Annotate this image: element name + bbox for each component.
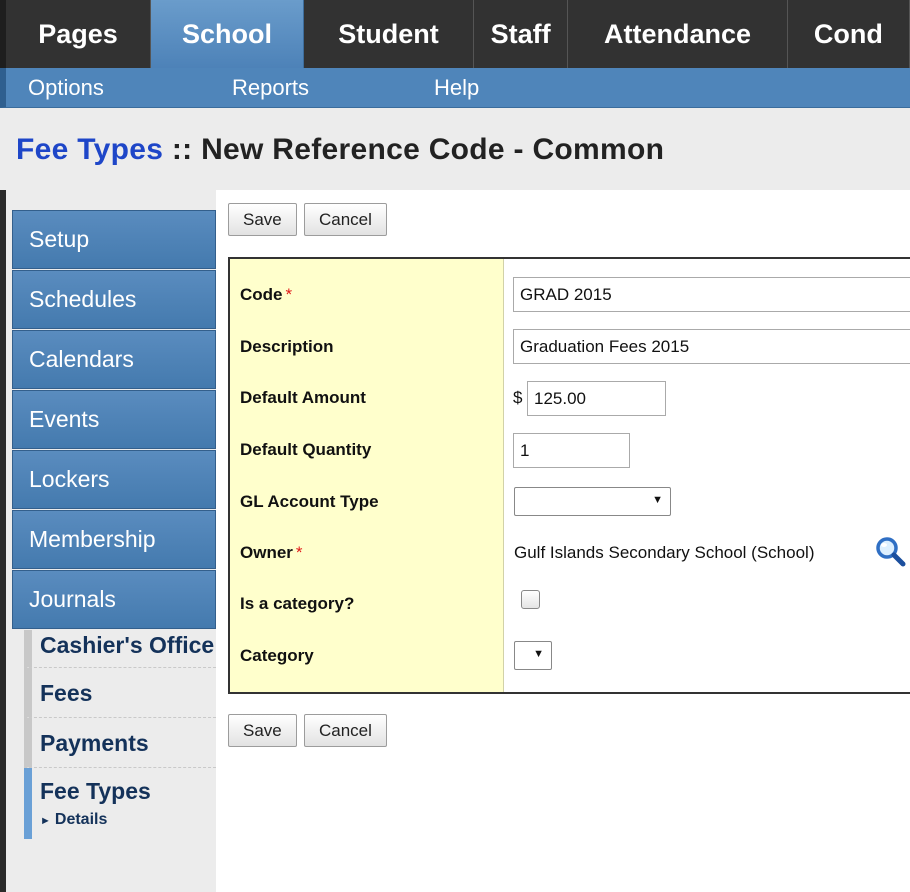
triangle-right-icon: ► — [40, 815, 51, 827]
owner-label-text: Owner — [240, 543, 293, 562]
sub-nav-label: Fees — [40, 680, 93, 706]
code-input[interactable] — [513, 277, 910, 312]
sub-nav-payments[interactable]: Payments — [24, 718, 216, 768]
description-input[interactable] — [513, 329, 910, 364]
dropdown-arrow-icon: ▼ — [533, 648, 544, 660]
reference-code-form: Code* Description Default Amount $ Defau… — [228, 257, 910, 694]
page-title: Fee Types :: New Reference Code - Common — [16, 133, 664, 167]
tab-staff[interactable]: Staff — [474, 0, 569, 68]
save-button-bottom[interactable]: Save — [228, 714, 297, 747]
sub-nav-fees[interactable]: Fees — [24, 668, 216, 718]
left-edge — [0, 190, 6, 892]
menu-bar: Options Reports Help — [0, 68, 910, 108]
side-nav: Setup Schedules Calendars Events Lockers Memb… — [12, 210, 216, 630]
tab-school[interactable]: School — [151, 0, 305, 68]
sub-nav: Cashier's Office Fees Payments Fee Types… — [24, 630, 216, 839]
label-column — [230, 259, 504, 692]
gl-account-type-label: GL Account Type — [240, 492, 379, 511]
magnifier-icon[interactable] — [875, 536, 907, 568]
tab-pages[interactable]: Pages — [6, 0, 152, 68]
gl-account-type-select[interactable]: ▼ — [514, 487, 671, 516]
required-marker: * — [285, 285, 293, 304]
tab-student[interactable]: Student — [304, 0, 474, 68]
dropdown-arrow-icon: ▼ — [652, 494, 663, 506]
category-label: Category — [240, 646, 314, 665]
save-button-top[interactable]: Save — [228, 203, 297, 236]
top-tab-bar: Pages School Student Staff Attendance Cond — [0, 0, 910, 68]
breadcrumb-separator: :: — [163, 133, 202, 166]
sub-nav-label: Payments — [40, 730, 149, 756]
cancel-button-bottom[interactable]: Cancel — [304, 714, 387, 747]
sub-nav-label: Fee Types — [40, 778, 151, 804]
sub-nav-details-label: Details — [54, 811, 108, 828]
code-label: Code * — [240, 285, 292, 305]
sub-nav-label: Cashier's Office — [40, 632, 215, 658]
is-category-checkbox[interactable] — [521, 590, 540, 609]
sidebar-item-membership[interactable]: Membership — [12, 510, 216, 569]
code-label-text: Code — [240, 285, 283, 304]
sub-nav-cashiers-office[interactable]: Cashier's Office — [24, 630, 216, 668]
menu-options[interactable]: Options — [28, 68, 104, 108]
currency-symbol: $ — [513, 388, 523, 407]
sidebar-item-lockers[interactable]: Lockers — [12, 450, 216, 509]
category-select[interactable]: ▼ — [514, 641, 552, 670]
tab-cond[interactable]: Cond — [788, 0, 910, 68]
default-quantity-input[interactable] — [513, 433, 630, 468]
sidebar-item-schedules[interactable]: Schedules — [12, 270, 216, 329]
page-title-text: New Reference Code - Common — [201, 133, 665, 166]
default-amount-input[interactable] — [527, 381, 666, 416]
sidebar-item-calendars[interactable]: Calendars — [12, 330, 216, 389]
owner-value: Gulf Islands Secondary School (School) — [514, 543, 815, 562]
sub-nav-details[interactable]: ► Details — [40, 811, 216, 839]
menu-help[interactable]: Help — [434, 68, 479, 108]
cancel-button-top[interactable]: Cancel — [304, 203, 387, 236]
default-quantity-label: Default Quantity — [240, 440, 372, 459]
sidebar-item-journals[interactable]: Journals — [12, 570, 216, 629]
is-category-label: Is a category? — [240, 594, 355, 613]
required-marker: * — [295, 543, 303, 562]
sidebar-item-events[interactable]: Events — [12, 390, 216, 449]
main-panel: Save Cancel Code* Description Default Am… — [216, 190, 910, 892]
tab-attendance[interactable]: Attendance — [568, 0, 788, 68]
default-amount-label: Default Amount — [240, 388, 366, 407]
menu-reports[interactable]: Reports — [232, 68, 309, 108]
description-label: Description — [240, 337, 334, 356]
sub-nav-fee-types[interactable]: Fee Types ► Details — [24, 768, 216, 839]
owner-label: Owner * — [240, 543, 303, 563]
breadcrumb-fee-types[interactable]: Fee Types — [16, 133, 163, 166]
sidebar-item-setup[interactable]: Setup — [12, 210, 216, 269]
